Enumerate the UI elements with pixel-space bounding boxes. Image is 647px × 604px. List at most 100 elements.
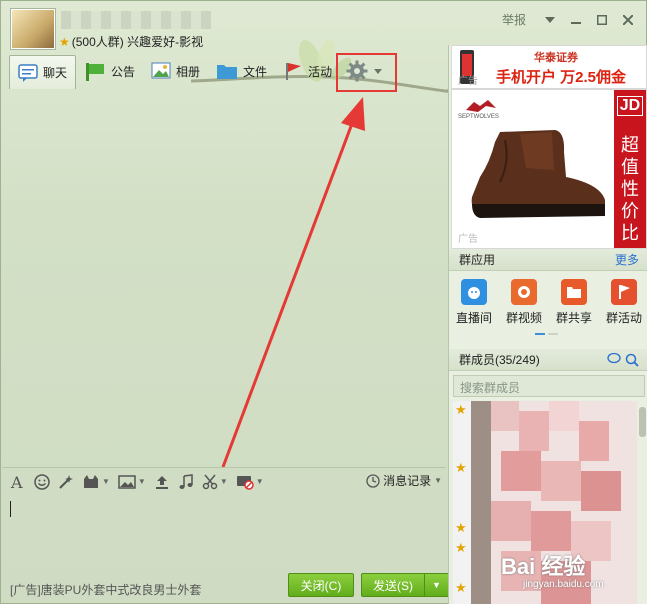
flag-icon [286,63,302,80]
more-apps-link[interactable]: 更多 [615,251,639,268]
right-panel: 华泰证券 广告 手机开户 万2.5佣金 SEPTWOLVES 广告 JD 超值性… [448,45,647,604]
message-input[interactable] [2,495,446,567]
app-group-video[interactable]: 群视频 [499,279,549,341]
emoji-button[interactable] [34,471,50,493]
send-button-label: 发送(S) [373,578,413,593]
dropdown-menu-button[interactable] [540,12,560,28]
group-members-header: 群成员(35/249) [449,349,647,371]
magic-wand-icon [59,474,73,489]
camera-icon [511,279,537,305]
qq-group-chat-window: ★ (500人群) 兴趣爱好-影视 举报 聊天 公告 相册 文件 活动 A ▼ … [0,0,647,604]
group-name-blurred [61,11,211,29]
chat-icon[interactable] [607,352,621,365]
tab-announcement-label: 公告 [111,64,136,79]
close-button[interactable]: 关闭(C) [288,573,354,597]
screenshot-button[interactable]: ▼ [202,471,228,493]
close-window-button[interactable] [618,12,638,28]
svg-text:A: A [10,474,23,490]
upload-button[interactable] [154,471,170,493]
bottom-bar: [广告]唐装PU外套中式改良男士外套 关闭(C) 发送(S) ▼ [2,569,449,603]
music-note-icon [179,473,193,489]
jd-logo: JD [616,96,644,116]
music-button[interactable] [178,471,194,493]
star-icon: ★ [455,402,467,417]
maximize-icon [597,14,607,25]
folder-icon [217,65,238,79]
scissors-icon [202,474,218,489]
send-options-dropdown[interactable]: ▼ [424,574,448,596]
star-icon: ★ [59,35,70,49]
flag-icon [611,279,637,305]
app-label: 群共享 [555,311,592,325]
jd-slogan: 超值性价比 [621,135,639,243]
chat-bubble-icon [18,63,38,82]
input-toolbar: A ▼ ▼ ▼ ▼ 消息记录 ▼ [2,467,446,495]
tab-activity-label: 活动 [308,64,333,79]
font-icon: A [10,474,23,490]
securities-ad-banner[interactable]: 华泰证券 广告 手机开户 万2.5佣金 [451,45,647,89]
chat-message-area[interactable] [2,89,446,469]
font-button[interactable]: A [10,471,26,493]
baidu-watermark-url: jingyan.baidu.com [523,579,604,590]
app-group-activity[interactable]: 群活动 [599,279,647,341]
vip-emoji-button[interactable]: ▼ [82,471,110,493]
tv-icon [461,279,487,305]
tab-activity[interactable]: 活动 [275,55,340,87]
title-bar-buttons: 举报 [502,11,638,28]
tab-announcement[interactable]: 公告 [76,55,143,87]
group-subtitle: ★ (500人群) 兴趣爱好-影视 [59,33,203,50]
screenshot-image-button[interactable]: ▼ [118,471,146,493]
share-folder-icon [561,279,587,305]
report-button[interactable]: 举报 [502,11,526,28]
clock-icon [366,473,380,488]
magic-button[interactable] [58,471,74,493]
tab-chat[interactable]: 聊天 [9,55,77,89]
settings-highlight-box [336,53,397,92]
ad-tag: 广告 [458,234,478,245]
ad-brand: 华泰证券 [534,52,578,64]
send-button[interactable]: 发送(S) ▼ [361,573,449,597]
jd-side-banner: JD 超值性价比 [614,90,646,248]
member-list-scrollbar[interactable] [639,407,646,437]
search-icon[interactable] [625,353,639,367]
chevron-down-icon: ▼ [219,477,228,486]
star-icon: ★ [455,460,467,475]
smiley-icon [34,473,50,490]
tab-files[interactable]: 文件 [208,55,275,87]
group-members-title: 群成员(35/249) [459,353,540,367]
tab-album[interactable]: 相册 [143,55,208,87]
group-apps-title: 群应用 [459,253,496,267]
wolf-logo-icon [466,100,496,112]
app-label: 直播间 [455,311,492,325]
close-icon [623,14,633,25]
baidu-watermark: Bai 经验 [501,554,586,579]
chevron-down-icon: ▼ [434,476,442,485]
member-header-icons [607,352,639,367]
photo-album-icon [151,62,171,79]
cat-face-icon [84,474,98,488]
app-label: 群视频 [505,311,542,325]
ad-logo-text: SEPTWOLVES [458,114,499,120]
group-avatar[interactable] [11,9,55,49]
tab-files-label: 文件 [243,64,268,79]
minimize-button[interactable] [566,12,586,28]
tab-album-label: 相册 [176,64,201,79]
ad-tag: 广告 [458,76,478,87]
chevron-down-icon: ▼ [102,477,110,486]
app-group-share[interactable]: 群共享 [549,279,599,341]
member-search-input[interactable]: 搜索群成员 [453,375,645,397]
star-icon: ★ [455,540,467,555]
app-label: 群活动 [605,311,642,325]
message-history-button[interactable]: 消息记录 ▼ [366,472,442,489]
app-live-room[interactable]: 直播间 [449,279,499,341]
chevron-down-icon [545,16,555,23]
group-member-count: (500人群) [71,35,124,49]
tab-chat-label: 聊天 [43,66,68,80]
apps-pager-dots[interactable] [535,333,558,335]
message-block-icon [236,475,254,490]
shoe-ad-banner[interactable]: SEPTWOLVES 广告 JD 超值性价比 [451,89,647,249]
maximize-button[interactable] [592,12,612,28]
text-cursor [10,501,11,517]
text-ad-link[interactable]: [广告]唐装PU外套中式改良男士外套 [10,581,201,598]
block-message-button[interactable]: ▼ [236,471,264,493]
